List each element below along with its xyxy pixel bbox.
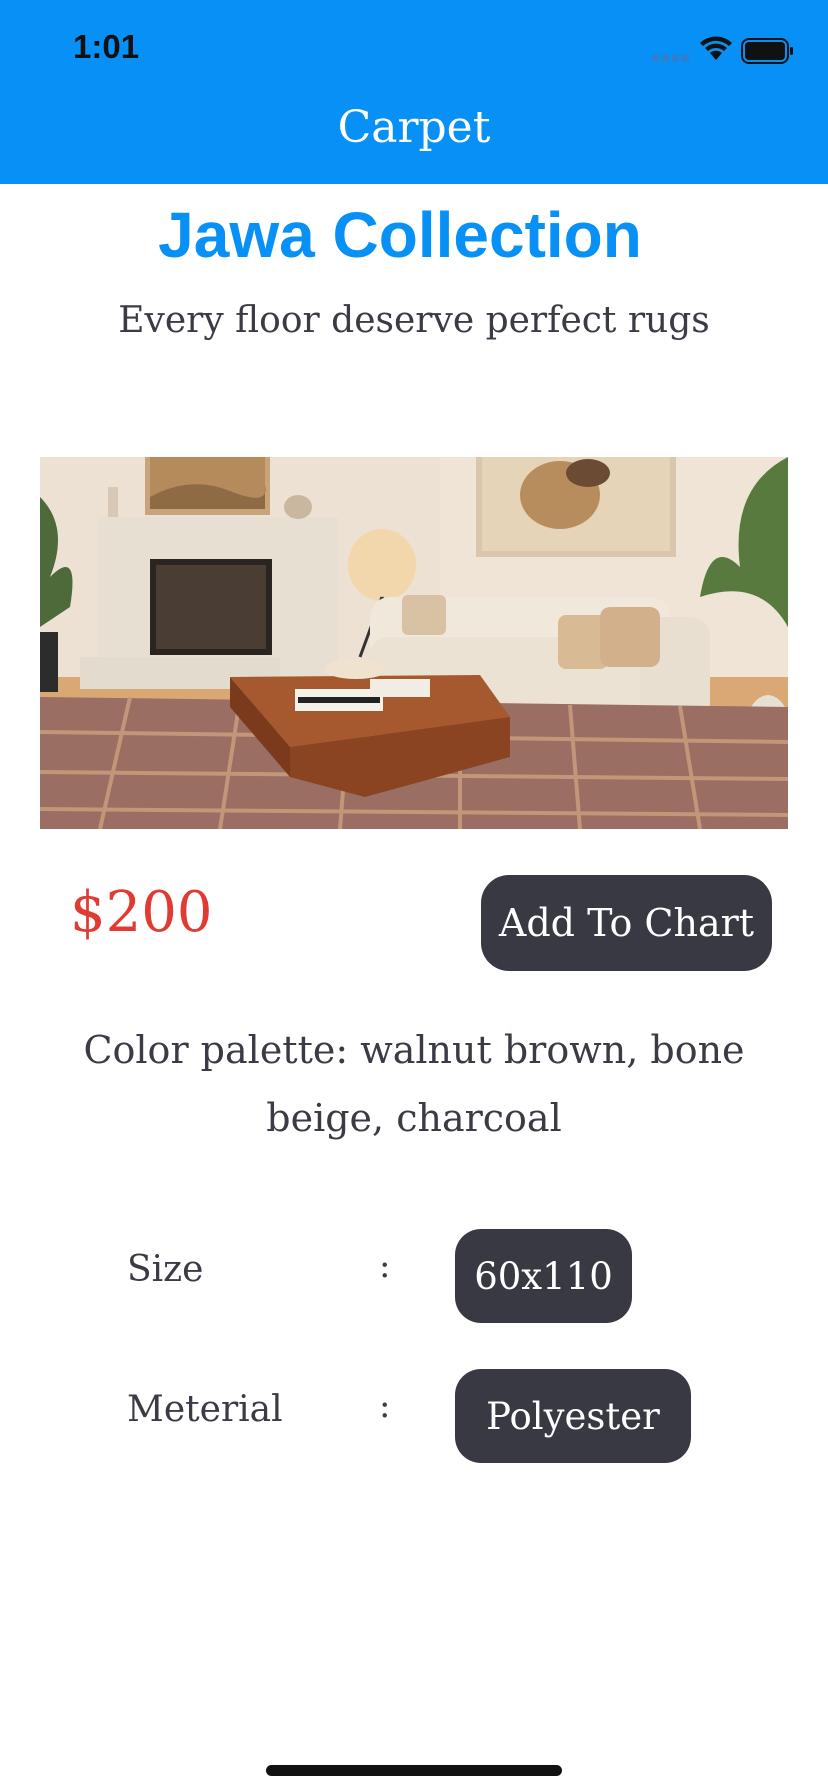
- collection-title: Jawa Collection: [158, 199, 642, 271]
- material-label: Meterial: [127, 1389, 283, 1430]
- status-time: 1:01: [73, 28, 140, 65]
- size-value-chip[interactable]: 60x110: [455, 1229, 632, 1323]
- color-palette-text: Color palette: walnut brown, bone beige,…: [60, 1016, 768, 1152]
- product-image: [40, 457, 788, 829]
- signal-icon: [652, 54, 689, 62]
- size-label: Size: [127, 1249, 204, 1290]
- material-separator: :: [379, 1386, 391, 1426]
- palette-line-1: Color palette: walnut brown, bone: [83, 1028, 745, 1072]
- tagline: Every floor deserve perfect rugs: [118, 300, 710, 341]
- product-price: $200: [70, 880, 213, 945]
- app-header: 1:01 Carpet: [0, 0, 828, 184]
- material-value-chip[interactable]: Polyester: [455, 1369, 691, 1463]
- add-to-chart-button[interactable]: Add To Chart: [481, 875, 772, 971]
- nav-title: Carpet: [337, 102, 491, 153]
- battery-icon: [741, 38, 793, 64]
- palette-line-2: beige, charcoal: [266, 1096, 562, 1140]
- home-indicator[interactable]: [266, 1765, 562, 1776]
- size-separator: :: [379, 1246, 391, 1286]
- wifi-icon: [700, 36, 732, 60]
